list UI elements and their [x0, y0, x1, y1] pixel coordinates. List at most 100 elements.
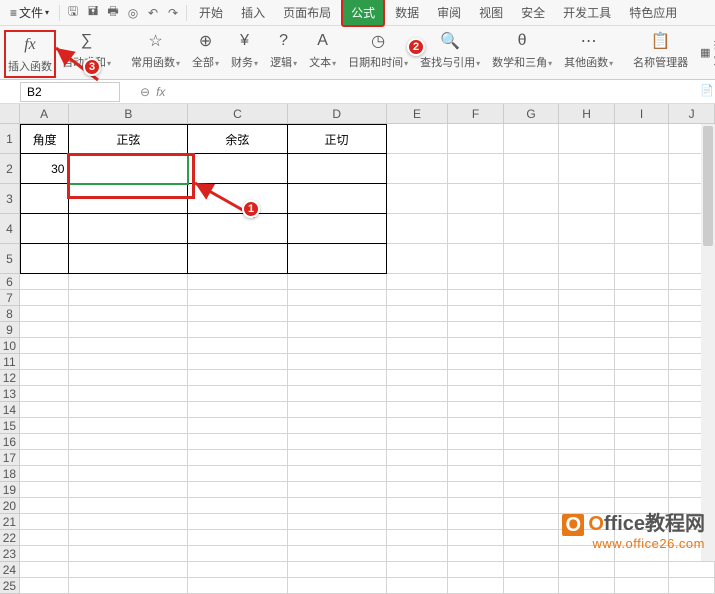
row-header-6[interactable]: 6: [0, 274, 20, 290]
cell-F2[interactable]: [448, 154, 504, 184]
cell-A19[interactable]: [20, 482, 70, 498]
math-button[interactable]: θ 数学和三角▾: [486, 30, 558, 70]
cell-E11[interactable]: [387, 354, 449, 370]
cell-C13[interactable]: [188, 386, 287, 402]
row-header-10[interactable]: 10: [0, 338, 20, 354]
cell-H6[interactable]: [559, 274, 615, 290]
cell-B21[interactable]: [69, 514, 188, 530]
cell-I14[interactable]: [615, 402, 670, 418]
cell-H1[interactable]: [559, 124, 615, 154]
cell-I1[interactable]: [615, 124, 670, 154]
cell-A12[interactable]: [20, 370, 70, 386]
cell-B2[interactable]: [69, 154, 188, 184]
cell-F5[interactable]: [448, 244, 504, 274]
cell-A15[interactable]: [20, 418, 70, 434]
row-header-17[interactable]: 17: [0, 450, 20, 466]
tab-dev[interactable]: 开发工具: [555, 0, 619, 25]
cell-E20[interactable]: [387, 498, 449, 514]
cell-G3[interactable]: [504, 184, 560, 214]
cell-C22[interactable]: [188, 530, 287, 546]
tab-insert[interactable]: 插入: [233, 0, 273, 25]
cell-G8[interactable]: [504, 306, 560, 322]
cell-D25[interactable]: [288, 578, 387, 594]
col-header-I[interactable]: I: [615, 104, 670, 124]
cell-G1[interactable]: [504, 124, 560, 154]
cell-J24[interactable]: [669, 562, 715, 578]
cell-G10[interactable]: [504, 338, 560, 354]
cell-D9[interactable]: [288, 322, 387, 338]
cell-C14[interactable]: [188, 402, 287, 418]
cell-F1[interactable]: [448, 124, 504, 154]
cell-I15[interactable]: [615, 418, 670, 434]
row-header-25[interactable]: 25: [0, 578, 20, 594]
row-header-5[interactable]: 5: [0, 244, 20, 274]
cell-B11[interactable]: [69, 354, 188, 370]
cell-D19[interactable]: [288, 482, 387, 498]
cell-H25[interactable]: [559, 578, 615, 594]
cell-F6[interactable]: [448, 274, 504, 290]
cell-E10[interactable]: [387, 338, 449, 354]
cell-I2[interactable]: [615, 154, 670, 184]
cell-A14[interactable]: [20, 402, 70, 418]
tab-formula[interactable]: 公式: [341, 0, 385, 27]
cell-H14[interactable]: [559, 402, 615, 418]
save-icon[interactable]: 🖫: [64, 4, 82, 22]
cell-E21[interactable]: [387, 514, 449, 530]
row-header-9[interactable]: 9: [0, 322, 20, 338]
cell-A4[interactable]: [20, 214, 70, 244]
cell-F18[interactable]: [448, 466, 504, 482]
cell-C9[interactable]: [188, 322, 287, 338]
all-func-button[interactable]: ⊕ 全部▾: [186, 30, 225, 70]
row-header-18[interactable]: 18: [0, 466, 20, 482]
cell-F14[interactable]: [448, 402, 504, 418]
cell-C21[interactable]: [188, 514, 287, 530]
col-header-H[interactable]: H: [559, 104, 615, 124]
cell-I18[interactable]: [615, 466, 670, 482]
paste-button[interactable]: 📄粘贴: [696, 72, 715, 108]
tab-data[interactable]: 数据: [387, 0, 427, 25]
cell-F21[interactable]: [448, 514, 504, 530]
cell-D3[interactable]: [288, 184, 387, 214]
cell-G23[interactable]: [504, 546, 560, 562]
row-header-15[interactable]: 15: [0, 418, 20, 434]
cell-E19[interactable]: [387, 482, 449, 498]
cell-G7[interactable]: [504, 290, 560, 306]
cell-G20[interactable]: [504, 498, 560, 514]
cell-E14[interactable]: [387, 402, 449, 418]
cell-A24[interactable]: [20, 562, 70, 578]
cell-G5[interactable]: [504, 244, 560, 274]
cell-G21[interactable]: [504, 514, 560, 530]
cell-D11[interactable]: [288, 354, 387, 370]
cell-E16[interactable]: [387, 434, 449, 450]
cell-D17[interactable]: [288, 450, 387, 466]
cell-F3[interactable]: [448, 184, 504, 214]
cell-B24[interactable]: [69, 562, 188, 578]
row-header-14[interactable]: 14: [0, 402, 20, 418]
cell-A1[interactable]: 角度: [20, 124, 70, 154]
cell-G19[interactable]: [504, 482, 560, 498]
cell-H2[interactable]: [559, 154, 615, 184]
cell-E2[interactable]: [387, 154, 449, 184]
cell-I24[interactable]: [615, 562, 670, 578]
cell-F13[interactable]: [448, 386, 504, 402]
cell-F9[interactable]: [448, 322, 504, 338]
cell-A7[interactable]: [20, 290, 70, 306]
cell-A21[interactable]: [20, 514, 70, 530]
tab-review[interactable]: 审阅: [429, 0, 469, 25]
cell-D5[interactable]: [288, 244, 387, 274]
cell-F19[interactable]: [448, 482, 504, 498]
tab-special[interactable]: 特色应用: [621, 0, 685, 25]
cell-H16[interactable]: [559, 434, 615, 450]
insert-function-button[interactable]: fx 插入函数: [4, 30, 56, 78]
tab-security[interactable]: 安全: [513, 0, 553, 25]
cell-D1[interactable]: 正切: [288, 124, 387, 154]
cell-C12[interactable]: [188, 370, 287, 386]
cell-C15[interactable]: [188, 418, 287, 434]
cell-G6[interactable]: [504, 274, 560, 290]
cell-H3[interactable]: [559, 184, 615, 214]
row-header-19[interactable]: 19: [0, 482, 20, 498]
cell-A5[interactable]: [20, 244, 70, 274]
cell-C23[interactable]: [188, 546, 287, 562]
cell-D4[interactable]: [288, 214, 387, 244]
cell-A23[interactable]: [20, 546, 70, 562]
